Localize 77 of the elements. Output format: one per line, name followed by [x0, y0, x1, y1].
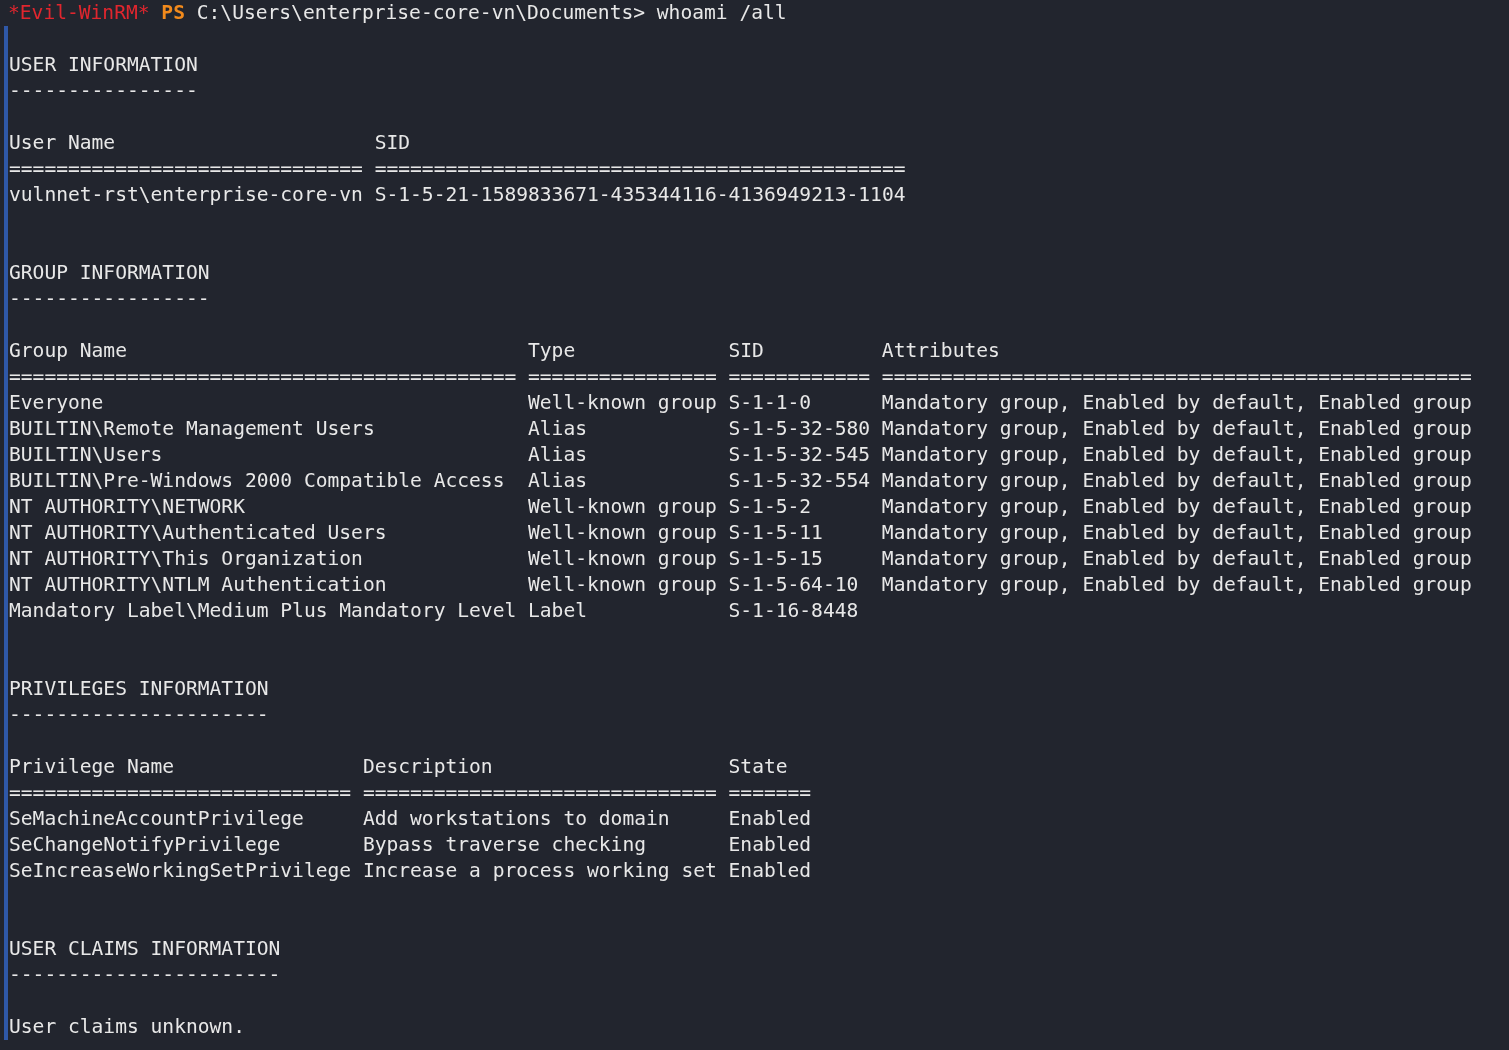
header-rule: ============================================= [374, 156, 906, 182]
table-cell-text: S-1-5-11 [728, 520, 824, 546]
table-cell-text: S-1-5-2 [728, 494, 813, 520]
table-cell: Well-known group [528, 572, 717, 598]
header-rule: ================ [528, 364, 717, 390]
table-cell: SeIncreaseWorkingSetPrivilege [9, 858, 352, 884]
title-underline: ----------------- [9, 286, 211, 312]
title-underline: ---------------- [9, 78, 199, 104]
table-cell-text: Alias [528, 468, 588, 494]
table-cell: S-1-5-21-1589833671-435344116-4136949213-1104 [374, 182, 906, 208]
table-cell-text: BUILTIN\Remote Management Users [9, 416, 376, 442]
table-cell: Mandatory group, Enabled by default, Enabled group [881, 520, 1472, 546]
column-header: Description [362, 754, 494, 780]
title-underline: ---------------------- [9, 702, 270, 728]
table-cell-text: Bypass traverse checking [362, 832, 647, 858]
table-cell-text: Add workstations to domain [362, 806, 671, 832]
table-cell-text: S-1-5-64-10 [728, 572, 860, 598]
section-title: USER CLAIMS INFORMATION [9, 936, 282, 962]
table-cell-text: NT AUTHORITY\NETWORK [9, 494, 246, 520]
table-cell-text: BUILTIN\Users [9, 442, 164, 468]
header-rule: ============================== [9, 156, 363, 182]
section-title: PRIVILEGES INFORMATION [9, 676, 270, 702]
column-header: SID [728, 338, 765, 364]
table-cell: Mandatory group, Enabled by default, Enabled group [881, 546, 1472, 572]
table-cell: Enabled [728, 806, 812, 832]
column-header: SID [374, 130, 412, 156]
column-header: Attributes [881, 338, 1001, 364]
section-title: USER INFORMATION [9, 52, 199, 78]
table-cell-text: Everyone [9, 390, 105, 416]
table-cell-text: NT AUTHORITY\This Organization [9, 546, 364, 572]
title-underline: ----------------------- [9, 962, 282, 988]
table-cell-text: Alias [528, 416, 588, 442]
table-cell: Mandatory group, Enabled by default, Enabled group [881, 468, 1472, 494]
header-rule: ============ [728, 364, 871, 390]
table-cell: vulnnet-rst\enterprise-core-vn [9, 182, 363, 208]
section-title: GROUP INFORMATION [9, 260, 211, 286]
table-cell-text: NT AUTHORITY\Authenticated Users [9, 520, 388, 546]
command-text: whoami /all [656, 1, 787, 24]
header-rule: ================================================== [881, 364, 1472, 390]
table-cell-text: S-1-16-8448 [728, 598, 860, 624]
table-cell-text: SeMachineAccountPrivilege [9, 806, 305, 832]
table-cell-text: Label [528, 598, 588, 624]
path-text: C:\Users\enterprise-core-vn\Documents> [196, 1, 645, 24]
table-cell: S-1-5-32-580 [728, 416, 871, 442]
table-cell: Mandatory group, Enabled by default, Enabled group [881, 494, 1472, 520]
column-header: Type [528, 338, 577, 364]
message-text: User claims unknown. [9, 1014, 246, 1040]
table-cell: Mandatory group, Enabled by default, Enabled group [881, 442, 1472, 468]
header-rule: =========================================== [9, 364, 517, 390]
header-rule: ============================= [9, 780, 352, 806]
session-label: *Evil-WinRM* [8, 1, 150, 24]
table-cell: S-1-5-32-554 [728, 468, 871, 494]
table-cell-text: S-1-1-0 [728, 390, 813, 416]
table-cell-text: S-1-5-15 [728, 546, 824, 572]
table-cell-text: BUILTIN\Pre-Windows 2000 Compatible Access [9, 468, 506, 494]
table-cell: Enabled [728, 832, 812, 858]
table-cell-text: NT AUTHORITY\NTLM Authentication [9, 572, 388, 598]
table-cell: Mandatory group, Enabled by default, Enabled group [881, 390, 1472, 416]
header-rule: ======= [728, 780, 812, 806]
table-cell: Well-known group [528, 546, 717, 572]
column-header: User Name [9, 130, 117, 156]
table-cell: Mandatory group, Enabled by default, Enabled group [881, 416, 1472, 442]
column-header: Group Name [9, 338, 128, 364]
table-cell-text: SeChangeNotifyPrivilege [9, 832, 282, 858]
table-cell: Well-known group [528, 520, 717, 546]
column-header: State [728, 754, 789, 780]
header-rule: ============================== [362, 780, 717, 806]
table-cell: Well-known group [528, 494, 717, 520]
table-cell: Well-known group [528, 390, 717, 416]
table-cell-text: Alias [528, 442, 588, 468]
table-cell: Mandatory group, Enabled by default, Enabled group [881, 572, 1472, 598]
table-cell: Increase a process working set [362, 858, 717, 884]
column-header: Privilege Name [9, 754, 176, 780]
table-cell: Mandatory Label\Medium Plus Mandatory Level [9, 598, 517, 624]
table-cell: Enabled [728, 858, 812, 884]
table-cell: S-1-5-32-545 [728, 442, 871, 468]
shell-label: PS [161, 1, 185, 24]
